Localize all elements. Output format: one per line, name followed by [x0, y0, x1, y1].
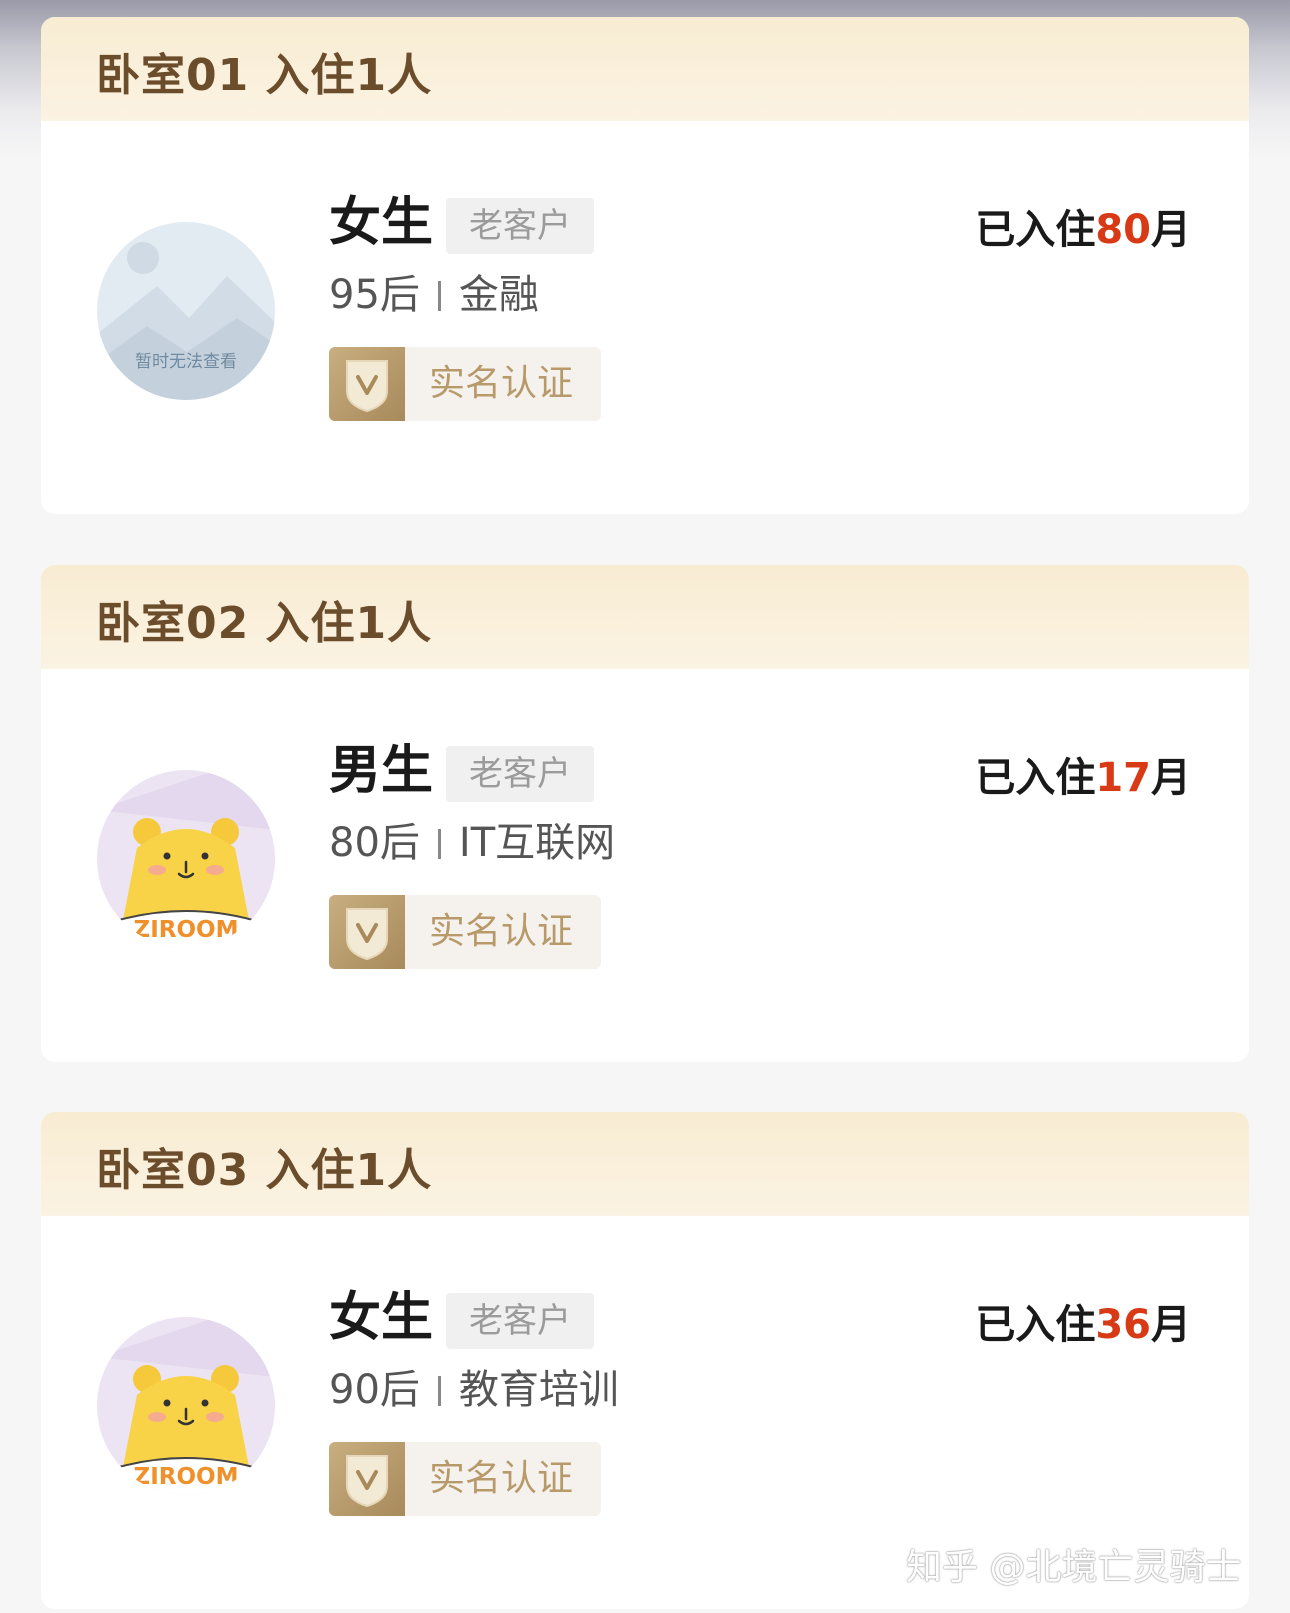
bear-mascot-icon: ZIROOM	[97, 770, 275, 948]
stay-prefix: 已入住	[975, 755, 1096, 801]
avatar-unavailable-text: 暂时无法查看	[135, 352, 237, 372]
age-group: 80后	[329, 820, 420, 866]
room-header: 卧室03 入住1人	[41, 1112, 1249, 1216]
divider	[437, 281, 441, 311]
verified-label: 实名认证	[429, 911, 574, 952]
room-title: 卧室03 入住1人	[96, 1145, 433, 1196]
customer-tag: 老客户	[446, 746, 594, 802]
avatar-brand-text: ZIROOM	[134, 1464, 239, 1490]
age-group: 90后	[329, 1367, 420, 1413]
verified-badge: 实名认证	[329, 895, 601, 969]
room-title: 卧室02 入住1人	[96, 598, 433, 649]
stay-suffix: 月	[1151, 1302, 1191, 1348]
verified-shield-icon	[329, 347, 405, 421]
divider	[437, 829, 441, 859]
stay-months: 17	[1095, 755, 1151, 801]
avatar-ziroom-bear[interactable]: ZIROOM	[97, 770, 275, 948]
age-group: 95后	[329, 272, 420, 318]
stay-duration: 已入住17月	[975, 745, 1191, 803]
gender-label: 女生	[329, 1288, 434, 1348]
stay-duration: 已入住80月	[975, 197, 1191, 255]
room-title: 卧室01 入住1人	[96, 50, 433, 101]
room-card-03[interactable]: 卧室03 入住1人 ZIROOM 女生 老客户 90后 教育培训 实名认证 已入…	[41, 1112, 1249, 1609]
verified-label: 实名认证	[429, 363, 574, 404]
zhihu-watermark: 知乎 @北境亡灵骑士	[906, 1547, 1242, 1588]
tenant-details: 80后 IT互联网	[329, 815, 615, 871]
stay-duration: 已入住36月	[975, 1292, 1191, 1350]
verified-badge: 实名认证	[329, 347, 601, 421]
stay-months: 36	[1095, 1302, 1151, 1348]
room-header: 卧室02 入住1人	[41, 565, 1249, 669]
verified-shield-icon	[329, 895, 405, 969]
customer-tag: 老客户	[446, 1293, 594, 1349]
room-header: 卧室01 入住1人	[41, 17, 1249, 121]
gender-label: 女生	[329, 193, 434, 253]
avatar-ziroom-bear[interactable]: ZIROOM	[97, 1317, 275, 1495]
bear-mascot-icon: ZIROOM	[97, 1317, 275, 1495]
image-unavailable-icon: 暂时无法查看	[97, 222, 275, 400]
tenant-info: 暂时无法查看 女生 老客户 95后 金融 实名认证 已入住80月	[41, 121, 1249, 514]
verified-badge: 实名认证	[329, 1442, 601, 1516]
industry: 金融	[458, 272, 539, 318]
tenant-details: 90后 教育培训	[329, 1362, 619, 1418]
stay-suffix: 月	[1151, 207, 1191, 253]
stay-suffix: 月	[1151, 755, 1191, 801]
verified-label: 实名认证	[429, 1458, 574, 1499]
stay-prefix: 已入住	[975, 1302, 1096, 1348]
verified-shield-icon	[329, 1442, 405, 1516]
room-card-02[interactable]: 卧室02 入住1人 ZIROOM 男生 老客户 80后 IT互联网 实名认证 已…	[41, 565, 1249, 1062]
industry: 教育培训	[458, 1367, 619, 1413]
tenant-details: 95后 金融	[329, 267, 539, 323]
stay-prefix: 已入住	[975, 207, 1096, 253]
avatar-placeholder[interactable]: 暂时无法查看	[97, 222, 275, 400]
room-card-01[interactable]: 卧室01 入住1人 暂时无法查看 女生 老客户 95后 金融 实名认证 已入住8…	[41, 17, 1249, 514]
gender-label: 男生	[329, 741, 434, 801]
divider	[437, 1376, 441, 1406]
customer-tag: 老客户	[446, 198, 594, 254]
tenant-info: ZIROOM 男生 老客户 80后 IT互联网 实名认证 已入住17月	[41, 669, 1249, 1062]
avatar-brand-text: ZIROOM	[134, 917, 239, 943]
industry: IT互联网	[458, 820, 616, 866]
stay-months: 80	[1095, 207, 1151, 253]
